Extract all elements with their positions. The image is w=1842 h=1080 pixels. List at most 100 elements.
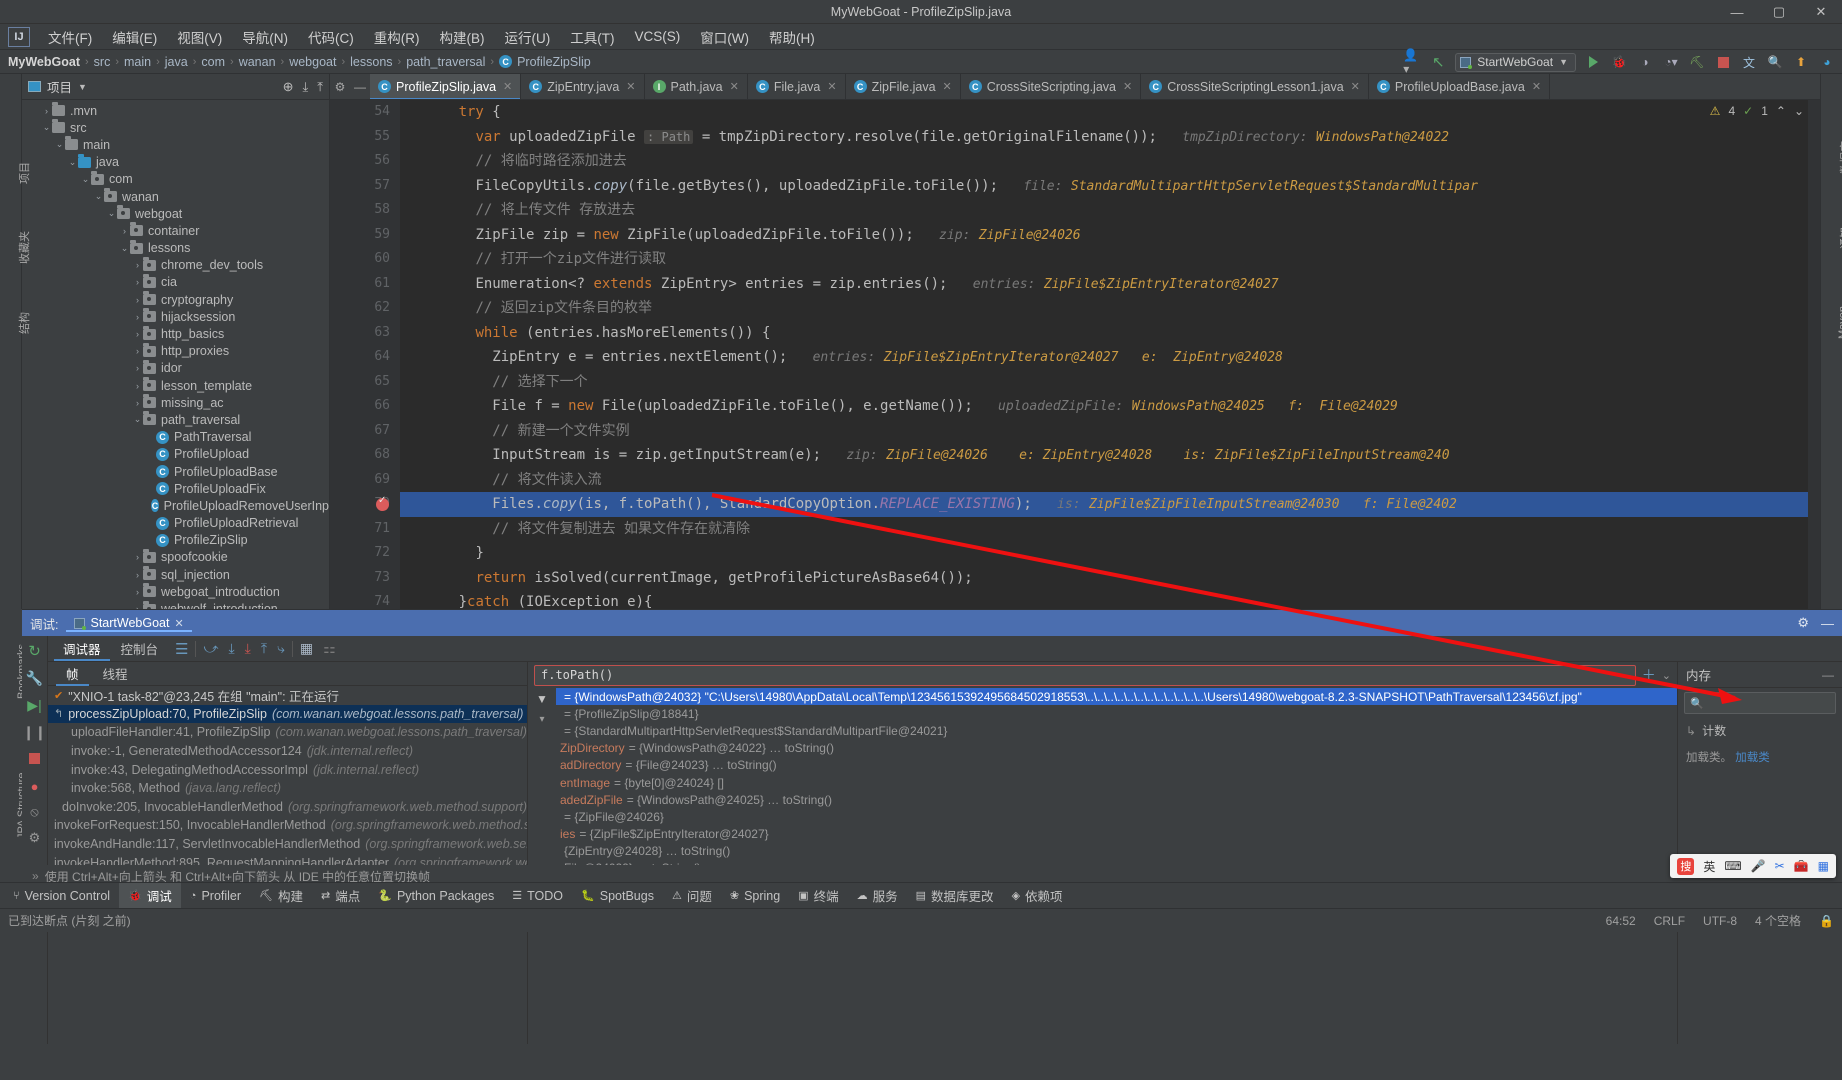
line-number[interactable]: 54 <box>330 100 400 125</box>
stack-frame-row[interactable]: doInvoke:205, InvocableHandlerMethod (org… <box>48 798 527 817</box>
code-line[interactable]: // 打开一个zip文件进行读取 <box>400 247 1808 272</box>
breadcrumb-item-class[interactable]: ProfileZipSlip <box>517 55 591 69</box>
step-into-icon[interactable]: ⤓ <box>228 640 234 657</box>
rerun-icon[interactable]: ↻ <box>28 642 41 660</box>
bottom-tool-button[interactable]: ◔ Profiler <box>181 883 250 908</box>
menu-item-view[interactable]: 视图(V) <box>167 24 232 50</box>
close-icon[interactable]: ✕ <box>1123 80 1132 93</box>
code-line[interactable]: } <box>400 541 1808 566</box>
chevron-down-icon[interactable]: ⌄ <box>54 139 65 150</box>
ide-icon[interactable]: ◕ <box>1818 53 1836 71</box>
tab-collapse-icon[interactable]: — <box>350 80 370 94</box>
screenshot-icon[interactable]: ✂ <box>1775 859 1785 873</box>
tree-node[interactable]: ⌄ src <box>22 119 329 136</box>
tree-node[interactable]: C PathTraversal <box>22 429 329 446</box>
minimize-icon[interactable]: — <box>1821 616 1834 631</box>
menu-item-help[interactable]: 帮助(H) <box>759 24 825 50</box>
variable-row[interactable]: ZipDirectory = {WindowsPath@24022} … toSt… <box>556 740 1677 757</box>
ime-mode-label[interactable]: 英 <box>1703 858 1715 875</box>
minimize-button[interactable]: — <box>1716 0 1758 24</box>
variable-row[interactable]: adDirectory = {File@24023} … toString() <box>556 757 1677 774</box>
line-number[interactable]: 66 <box>330 394 400 419</box>
chevron-right-icon[interactable]: › <box>132 552 143 562</box>
close-button[interactable]: ✕ <box>1800 0 1842 24</box>
stack-frame-row[interactable]: ↰ processZipUpload:70, ProfileZipSlip (com… <box>48 704 527 724</box>
close-icon[interactable]: ✕ <box>943 80 952 93</box>
variable-row[interactable]: entImage = {byte[0]@24024} [] <box>556 774 1677 791</box>
code-line[interactable]: ZipFile zip = new ZipFile(uploadedZipFil… <box>400 223 1808 248</box>
inspection-widget[interactable]: ⚠ 4 ✓ 1 ⌃ ⌄ <box>1710 104 1804 118</box>
stack-frame-row[interactable]: invoke:43, DelegatingMethodAccessorImpl (… <box>48 760 527 779</box>
chevron-right-icon[interactable]: › <box>119 226 130 236</box>
tree-node[interactable]: › .mvn <box>22 102 329 119</box>
build-icon[interactable]: ⛏ <box>1688 53 1706 71</box>
code-line[interactable]: Enumeration<? extends ZipEntry> entries … <box>400 272 1808 297</box>
scroll-from-source-icon[interactable]: ⊕ <box>283 79 294 95</box>
code-line[interactable]: // 返回zip文件条目的枚举 <box>400 296 1808 321</box>
chevron-down-icon[interactable]: ⌄ <box>1662 669 1671 682</box>
caret-position[interactable]: 64:52 <box>1606 914 1636 928</box>
settings-list-icon[interactable]: ⚏ <box>323 640 336 657</box>
variable-row[interactable]: ies = {ZipFile$ZipEntryIterator@24027} <box>556 826 1677 843</box>
tree-node[interactable]: ⌄ path_traversal <box>22 411 329 428</box>
expand-chevrons-icon[interactable]: » <box>32 869 39 883</box>
code-line[interactable]: // 新建一个文件实例 <box>400 419 1808 444</box>
bottom-tool-button[interactable]: ☁ 服务 <box>848 883 907 908</box>
breadcrumb-item-main[interactable]: main <box>124 55 151 69</box>
thread-row[interactable]: ✔ "XNIO-1 task-82"@23,245 在组 "main": 正在运行 <box>48 686 527 705</box>
bottom-tool-button[interactable]: ⚠ 问题 <box>663 883 721 908</box>
close-icon[interactable]: ✕ <box>827 80 836 93</box>
tree-node[interactable]: ⌄ com <box>22 170 329 188</box>
chevron-down-icon[interactable]: ⌄ <box>67 157 78 168</box>
close-icon[interactable]: ✕ <box>503 80 512 93</box>
tree-node[interactable]: › chrome_dev_tools <box>22 256 329 274</box>
code-line[interactable]: ZipEntry e = entries.nextElement(); entr… <box>400 345 1808 370</box>
menu-item-tools[interactable]: 工具(T) <box>560 24 624 50</box>
tree-node[interactable]: › spoofcookie <box>22 548 329 566</box>
line-number[interactable]: 69 <box>330 468 400 493</box>
code-line[interactable]: // 将文件复制进去 如果文件存在就清除 <box>400 517 1808 542</box>
line-number[interactable]: 62 <box>330 296 400 321</box>
filter-icon[interactable]: ▼ <box>536 692 548 706</box>
tree-node[interactable]: C ProfileUploadRetrieval <box>22 515 329 532</box>
tree-node[interactable]: › http_proxies <box>22 342 329 360</box>
bottom-tool-button[interactable]: 🐍 Python Packages <box>369 883 503 908</box>
code-line[interactable]: InputStream is = zip.getInputStream(e); … <box>400 443 1808 468</box>
tree-node[interactable]: › missing_ac <box>22 394 329 411</box>
layout-settings-icon[interactable]: ⚙ <box>29 830 41 846</box>
code-line[interactable]: return isSolved(currentImage, getProfile… <box>400 566 1808 591</box>
code-line[interactable]: File f = new File(uploadedZipFile.toFile… <box>400 394 1808 419</box>
code-line[interactable]: Files.copy(is, f.toPath(), StandardCopyO… <box>400 492 1808 517</box>
chevron-right-icon[interactable]: › <box>132 329 143 339</box>
tree-node[interactable]: ⌄ main <box>22 136 329 153</box>
file-encoding[interactable]: UTF-8 <box>1703 914 1737 928</box>
bottom-tool-button[interactable]: ⇄ 端点 <box>312 883 369 908</box>
menu-icon[interactable]: ▦ <box>1818 859 1829 873</box>
chevron-down-icon[interactable]: ⌄ <box>119 243 130 254</box>
tree-node[interactable]: ⌄ java <box>22 153 329 171</box>
step-out-icon[interactable]: ⤒ <box>261 640 267 657</box>
pause-icon[interactable]: ❙❙ <box>23 724 46 741</box>
translate-icon[interactable]: 文 <box>1740 53 1758 71</box>
tab-debugger[interactable]: 调试器 <box>54 636 110 661</box>
bottom-tool-button[interactable]: ▤ 数据库更改 <box>907 883 1003 908</box>
code-line[interactable]: // 将文件读入流 <box>400 468 1808 493</box>
mic-icon[interactable]: 🎤 <box>1751 859 1766 873</box>
tree-node[interactable]: C ProfileUploadRemoveUserInp <box>22 497 329 514</box>
bottom-tool-button[interactable]: 🐛 SpotBugs <box>572 883 663 908</box>
indent-setting[interactable]: 4 个空格 <box>1755 912 1801 929</box>
variable-row[interactable]: = {WindowsPath@24032} "C:\Users\14980\Ap… <box>556 688 1677 706</box>
menu-item-edit[interactable]: 编辑(E) <box>102 24 167 50</box>
variable-row[interactable]: adedZipFile = {WindowsPath@24025} … toStr… <box>556 791 1677 808</box>
maximize-button[interactable]: ▢ <box>1758 0 1800 24</box>
close-icon[interactable]: ✕ <box>174 617 183 630</box>
breadcrumb-item-src[interactable]: src <box>94 55 111 69</box>
stop-icon[interactable] <box>1714 53 1732 71</box>
line-number[interactable]: 65 <box>330 370 400 395</box>
tree-node[interactable]: › http_basics <box>22 325 329 342</box>
menu-item-code[interactable]: 代码(C) <box>298 24 364 50</box>
breakpoints-icon[interactable]: ● <box>31 779 39 794</box>
editor-tab[interactable]: C ZipFile.java ✕ <box>846 74 961 99</box>
tree-node[interactable]: ⌄ lessons <box>22 239 329 257</box>
bottom-tool-button[interactable]: ◈ 依赖项 <box>1003 883 1072 908</box>
